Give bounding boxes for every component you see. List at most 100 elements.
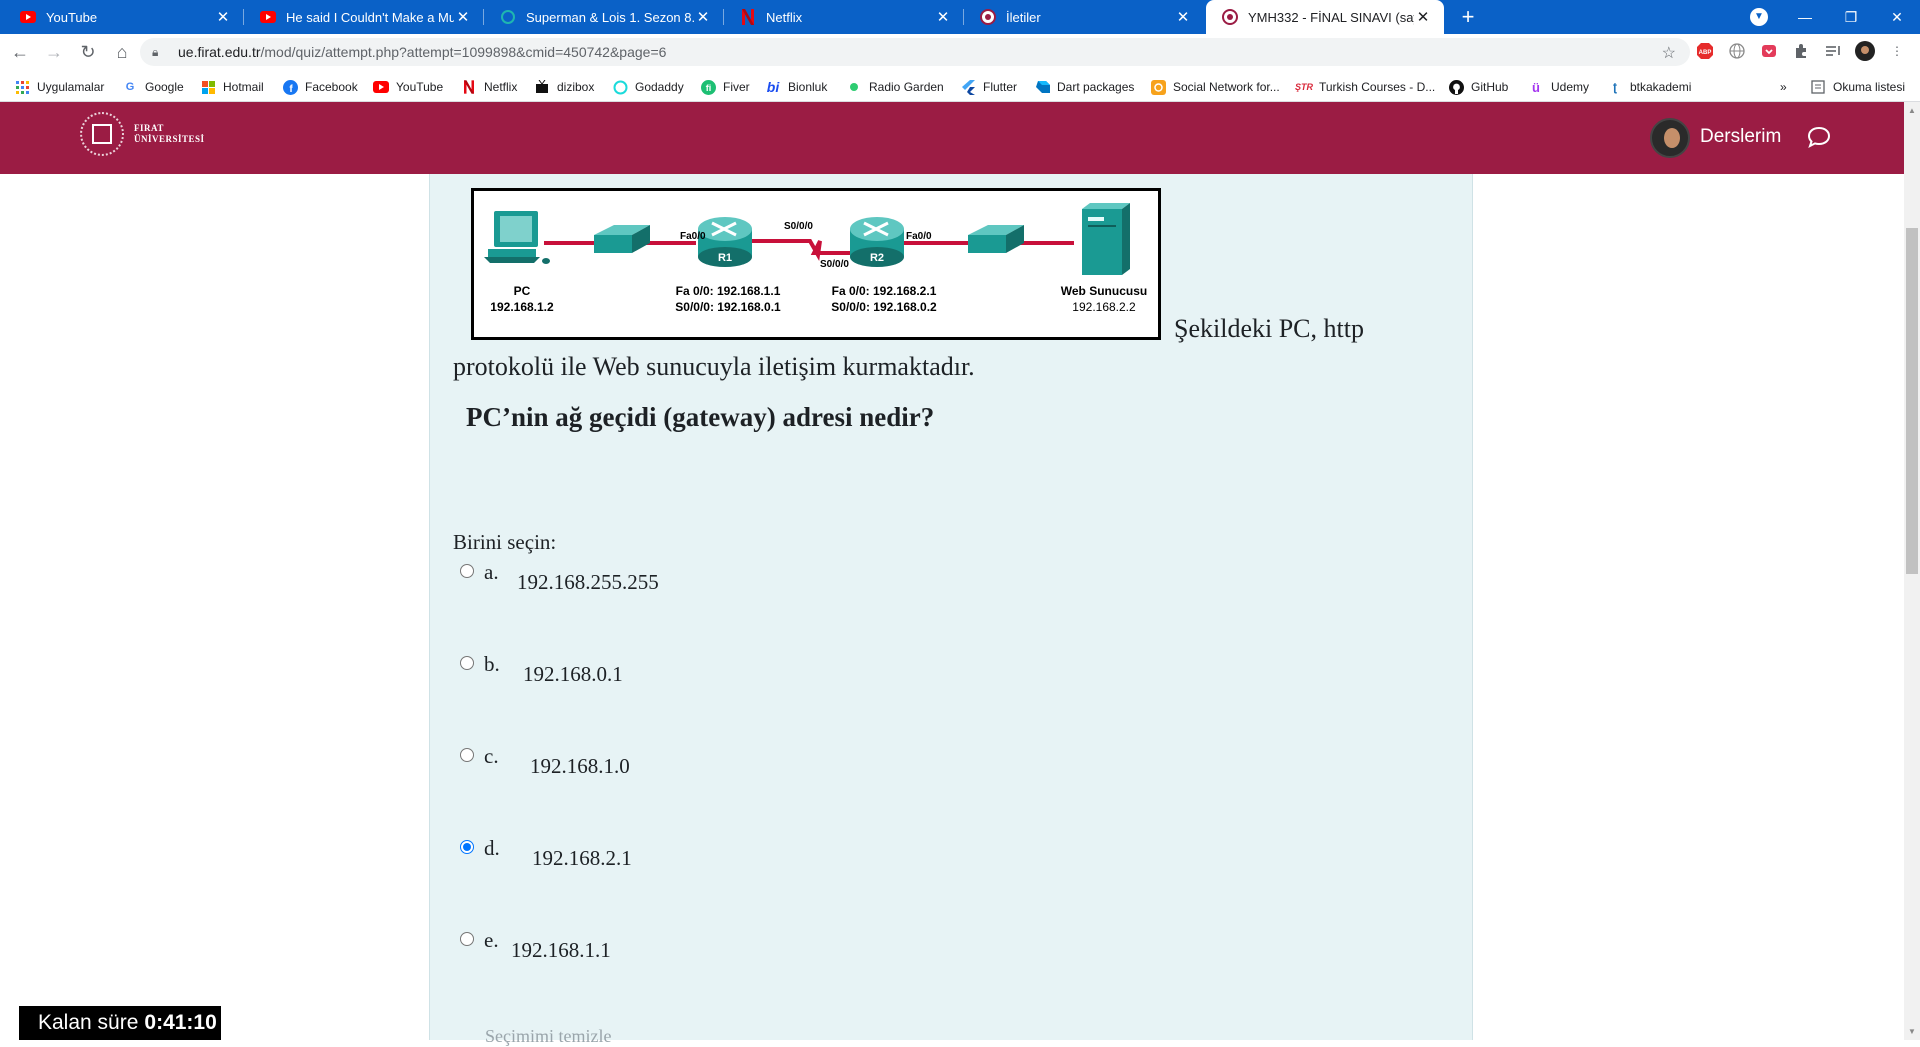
- window-close-icon[interactable]: ✕: [1874, 0, 1920, 34]
- media-queue-icon[interactable]: [1822, 40, 1844, 62]
- radio-a[interactable]: [460, 564, 474, 578]
- bookmark-netflix[interactable]: Netflix: [461, 78, 517, 96]
- github-icon: [1448, 79, 1464, 95]
- tab-title: He said I Couldn't Make a Multiplayer: [286, 9, 454, 25]
- server-label: Web Sunucusu: [1061, 284, 1147, 298]
- option-letter: d.: [484, 836, 500, 860]
- network-diagram-svg: Fa0/0 S0/0/0 S0/0/0 Fa0/0 R1 R2 PC 192.1…: [484, 203, 1147, 314]
- bookmark-label: Dart packages: [1057, 80, 1135, 94]
- bookmark-label: Godaddy: [635, 80, 684, 94]
- menu-icon[interactable]: ⋮: [1886, 40, 1908, 62]
- bookmark-dart-packages[interactable]: Dart packages: [1034, 78, 1134, 96]
- bookmark-udemy[interactable]: ü Udemy: [1528, 78, 1589, 96]
- back-icon[interactable]: ←: [6, 38, 34, 66]
- site-header: FIRAT ÜNİVERSİTESİ Derslerim: [0, 102, 1904, 174]
- bookmark-radio-garden[interactable]: Radio Garden: [846, 78, 944, 96]
- tab-search-icon[interactable]: ▼: [1750, 8, 1768, 26]
- chat-bubble-icon[interactable]: [1806, 124, 1832, 150]
- tab-netflix[interactable]: Netflix ✕: [724, 0, 964, 34]
- tab-final-exam[interactable]: YMH332 - FİNAL SINAVI (sayfa 7 ✕: [1206, 0, 1444, 34]
- youtube-icon: [20, 9, 36, 25]
- tab-iletiler[interactable]: İletiler ✕: [964, 0, 1204, 34]
- option-value[interactable]: 192.168.1.0: [530, 754, 630, 779]
- netflix-icon: [461, 79, 477, 95]
- facebook-icon: f: [282, 79, 298, 95]
- new-tab-button[interactable]: +: [1454, 4, 1482, 30]
- option-value[interactable]: 192.168.2.1: [532, 846, 632, 871]
- adblock-icon[interactable]: ABP: [1694, 40, 1716, 62]
- reading-list-button[interactable]: Okuma listesi: [1810, 78, 1905, 96]
- bookmark-godaddy[interactable]: Godaddy: [612, 78, 684, 96]
- bookmark-label: GitHub: [1471, 80, 1509, 94]
- firat-icon: [980, 9, 996, 25]
- radio-c[interactable]: [460, 748, 474, 762]
- radio-e[interactable]: [460, 932, 474, 946]
- pocket-icon[interactable]: [1758, 40, 1780, 62]
- close-icon[interactable]: ✕: [454, 8, 472, 26]
- close-icon[interactable]: ✕: [214, 8, 232, 26]
- page-scrollbar[interactable]: ▲ ▼: [1904, 102, 1920, 1040]
- close-icon[interactable]: ✕: [934, 8, 952, 26]
- bookmark-hotmail[interactable]: Hotmail: [200, 78, 264, 96]
- option-letter: e.: [484, 928, 499, 952]
- university-logo[interactable]: FIRAT ÜNİVERSİTESİ: [80, 112, 205, 156]
- bookmark-bionluk[interactable]: bi Bionluk: [765, 78, 828, 96]
- more-bookmarks-button[interactable]: »: [1780, 78, 1787, 96]
- home-icon[interactable]: ⌂: [108, 38, 136, 66]
- my-courses-link[interactable]: Derslerim: [1700, 126, 1781, 148]
- r2-info-fa: Fa 0/0: 192.168.2.1: [832, 284, 937, 298]
- bookmark-facebook[interactable]: f Facebook: [282, 78, 358, 96]
- radio-d[interactable]: [460, 840, 474, 854]
- svg-text:ABP: ABP: [1699, 50, 1712, 56]
- bookmark-apps[interactable]: Uygulamalar: [14, 78, 104, 96]
- bookmark-star-icon[interactable]: ☆: [1662, 43, 1676, 63]
- close-icon[interactable]: ✕: [1414, 8, 1432, 26]
- radio-garden-icon: [846, 79, 862, 95]
- option-value[interactable]: 192.168.0.1: [523, 662, 623, 687]
- flutter-icon: [960, 79, 976, 95]
- bookmark-github[interactable]: GitHub: [1448, 78, 1508, 96]
- tab-title: Superman & Lois 1. Sezon 8. Bölüm: [526, 9, 694, 25]
- reload-icon[interactable]: ↻: [74, 38, 102, 66]
- scrollbar-thumb[interactable]: [1906, 228, 1918, 574]
- globe-icon[interactable]: [1726, 40, 1748, 62]
- close-icon[interactable]: ✕: [1174, 8, 1192, 26]
- google-icon: G: [125, 81, 135, 93]
- url-host: ue.firat.edu.tr: [178, 44, 261, 60]
- bookmark-dizibox[interactable]: dizibox: [534, 78, 594, 96]
- tab-dizibox[interactable]: Superman & Lois 1. Sezon 8. Bölüm ✕: [484, 0, 724, 34]
- bookmark-social-network[interactable]: Social Network for...: [1150, 78, 1280, 96]
- university-seal-icon: [80, 112, 124, 156]
- scroll-down-icon[interactable]: ▼: [1908, 1027, 1916, 1036]
- minimize-icon[interactable]: —: [1782, 0, 1828, 34]
- bookmark-google[interactable]: G Google: [122, 78, 184, 96]
- bookmark-turkish-courses[interactable]: ŞTR Turkish Courses - D...: [1295, 78, 1435, 96]
- question-text-inline: Şekildeki PC, http: [1174, 314, 1364, 343]
- forward-icon[interactable]: →: [40, 38, 68, 66]
- user-avatar[interactable]: [1650, 118, 1690, 158]
- extensions-icon[interactable]: [1790, 40, 1812, 62]
- option-value[interactable]: 192.168.1.1: [511, 938, 611, 963]
- option-value[interactable]: 192.168.255.255: [517, 570, 659, 595]
- address-bar[interactable]: 🔒︎ ue.firat.edu.tr/mod/quiz/attempt.php?…: [140, 38, 1690, 66]
- restore-icon[interactable]: ❐: [1828, 0, 1874, 34]
- bookmark-fiver[interactable]: fi Fiver: [700, 78, 750, 96]
- profile-avatar-icon[interactable]: [1854, 40, 1876, 62]
- bookmark-btkakademi[interactable]: ʈ btkakademi: [1607, 78, 1691, 96]
- bookmark-label: Radio Garden: [869, 80, 944, 94]
- bookmark-youtube[interactable]: YouTube: [373, 78, 443, 96]
- r2-fa-label: Fa0/0: [906, 231, 932, 242]
- timer-value: 0:41:10: [144, 1011, 217, 1034]
- reading-list-icon: [1810, 79, 1826, 95]
- clear-choice-link[interactable]: Seçimimi temizle: [485, 1026, 611, 1047]
- tab-youtube-video[interactable]: He said I Couldn't Make a Multiplayer ✕: [244, 0, 484, 34]
- bookmark-label: Fiver: [723, 80, 750, 94]
- tab-youtube[interactable]: YouTube ✕: [4, 0, 244, 34]
- bookmark-flutter[interactable]: Flutter: [960, 78, 1017, 96]
- close-icon[interactable]: ✕: [694, 8, 712, 26]
- scroll-up-icon[interactable]: ▲: [1908, 106, 1916, 115]
- browser-toolbar: ← → ↻ ⌂ 🔒︎ ue.firat.edu.tr/mod/quiz/atte…: [0, 34, 1920, 70]
- radio-b[interactable]: [460, 656, 474, 670]
- tab-title: YouTube: [46, 9, 98, 25]
- bookmark-label: Hotmail: [223, 80, 264, 94]
